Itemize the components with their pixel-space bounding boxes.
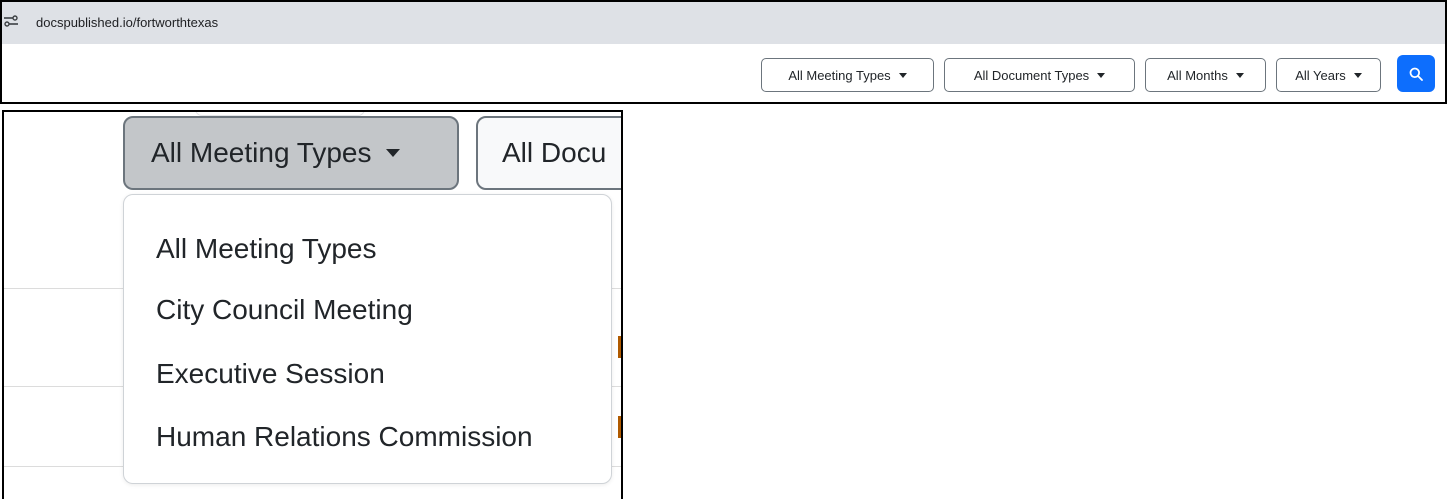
row-divider [612, 466, 621, 467]
row-divider [4, 288, 134, 289]
meeting-types-dropdown[interactable]: All Meeting Types [761, 58, 934, 92]
browser-window: docspublished.io/fortworthtexas All Meet… [0, 0, 1447, 104]
years-dropdown[interactable]: All Years [1276, 58, 1381, 92]
caret-down-icon [385, 149, 400, 157]
document-types-dropdown[interactable]: All Document Types [944, 58, 1135, 92]
meeting-types-dropdown-open[interactable]: All Meeting Types [123, 116, 459, 190]
meeting-types-label: All Meeting Types [151, 137, 372, 168]
document-types-dropdown[interactable]: All Docu [476, 116, 621, 190]
menu-item-executive-session[interactable]: Executive Session [156, 358, 385, 390]
site-settings-icon[interactable] [4, 14, 18, 28]
menu-item-all-meeting-types[interactable]: All Meeting Types [156, 233, 377, 265]
caret-down-icon [1353, 72, 1362, 78]
months-dropdown[interactable]: All Months [1145, 58, 1266, 92]
search-button[interactable] [1397, 55, 1435, 92]
menu-item-city-council-meeting[interactable]: City Council Meeting [156, 294, 413, 326]
row-divider [612, 386, 621, 387]
row-divider [4, 386, 134, 387]
address-bar[interactable]: docspublished.io/fortworthtexas [2, 2, 1445, 44]
caret-down-icon [898, 72, 907, 78]
caret-down-icon [1097, 72, 1106, 78]
meeting-types-menu: All Meeting Types City Council Meeting E… [123, 194, 612, 484]
months-label: All Months [1167, 67, 1228, 83]
row-accent [618, 416, 621, 438]
row-divider [4, 466, 134, 467]
url-text[interactable]: docspublished.io/fortworthtexas [36, 15, 218, 30]
filter-toolbar: All Meeting Types All Document Types All… [2, 55, 1445, 95]
search-icon [1409, 67, 1423, 81]
document-types-label: All Docu [502, 137, 607, 168]
meeting-types-label: All Meeting Types [788, 67, 891, 83]
row-accent [618, 336, 621, 358]
caret-down-icon [1235, 72, 1244, 78]
document-types-label: All Document Types [973, 67, 1090, 83]
menu-item-human-relations-commission[interactable]: Human Relations Commission [156, 421, 533, 453]
zoomed-dropdown-view: All Meeting Types All Docu All Meeting T… [2, 110, 623, 499]
row-divider [612, 288, 621, 289]
years-label: All Years [1295, 67, 1346, 83]
